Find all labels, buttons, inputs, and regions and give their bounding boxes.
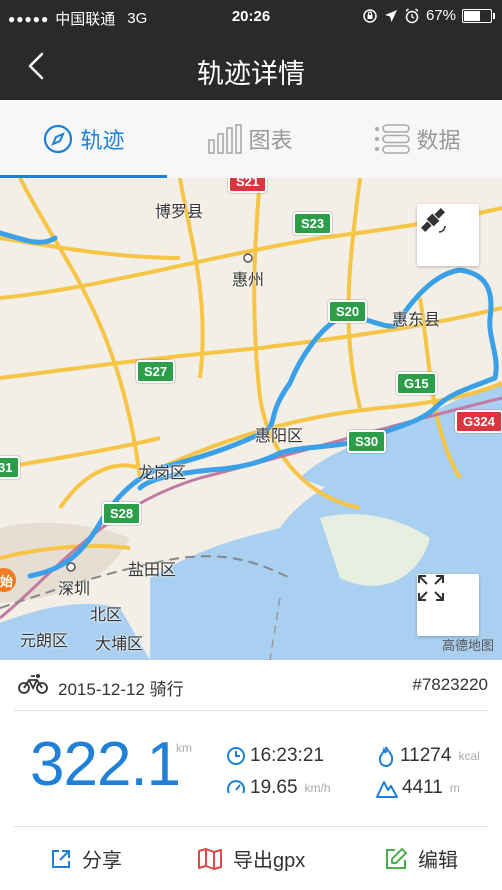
road-shield-s28: S28 xyxy=(102,502,142,525)
ride-date: 2015-12-12 骑行 xyxy=(58,680,184,699)
ride-info-row: 2015-12-12 骑行 #7823220 xyxy=(0,660,502,710)
road-shield-s30: S30 xyxy=(347,430,387,453)
tab-chart[interactable]: 图表 xyxy=(167,100,334,178)
map-label-north-district: 北区 xyxy=(90,607,123,624)
speed-unit: km/h xyxy=(304,781,331,795)
flame-icon xyxy=(378,746,394,767)
edit-icon xyxy=(386,847,407,869)
map-label-taipo: 大埔区 xyxy=(95,636,144,653)
ride-stats: 322.1 km 16:23:21 19.65 km/h 11274 kcal … xyxy=(0,711,502,826)
share-button[interactable]: 分享 xyxy=(50,827,122,890)
share-label: 分享 xyxy=(82,850,122,872)
speed-stat: 19.65 km/h xyxy=(226,777,331,799)
satellite-button[interactable] xyxy=(417,204,479,266)
clock-icon xyxy=(227,747,245,765)
map-label-huizhou: 惠州 xyxy=(232,272,265,289)
fullscreen-button[interactable] xyxy=(417,574,479,636)
map-label-yantian: 盐田区 xyxy=(128,562,177,579)
export-gpx-label: 导出gpx xyxy=(233,850,306,872)
calories-unit: kcal xyxy=(458,749,480,763)
distance-value: 322.1 xyxy=(30,730,181,799)
expand-icon xyxy=(418,575,444,601)
map-label-longgang: 龙岗区 xyxy=(138,465,187,482)
status-bar: ●●●●● 中国联通 3G 20:26 67% xyxy=(0,0,502,34)
distance-unit: km xyxy=(176,741,192,755)
list-icon xyxy=(375,124,411,154)
edit-label: 编辑 xyxy=(418,850,458,872)
elevation-unit: m xyxy=(449,781,460,795)
road-shield-s21: S21 xyxy=(228,178,268,193)
navigation-bar: 轨迹详情 xyxy=(0,34,502,100)
elevation-stat: 4411 m xyxy=(376,777,460,799)
export-gpx-button[interactable]: 导出gpx xyxy=(197,827,305,890)
mountain-icon xyxy=(376,781,398,798)
speedometer-icon xyxy=(227,780,245,794)
ride-id: #7823220 xyxy=(412,675,488,694)
road-shield-s23: S23 xyxy=(293,212,333,235)
map-label-yuenlong: 元朗区 xyxy=(20,633,69,650)
tab-bar: 轨迹 图表 数据 xyxy=(0,100,502,179)
map-label-boluo: 博罗县 xyxy=(155,204,204,221)
map-fold-icon xyxy=(198,847,222,870)
tab-track[interactable]: 轨迹 xyxy=(0,100,167,178)
battery-icon xyxy=(462,8,495,23)
location-icon xyxy=(384,9,397,22)
share-icon xyxy=(52,849,70,868)
speed-value: 19.65 xyxy=(250,777,298,798)
elevation-value: 4411 xyxy=(402,777,443,798)
action-bar: 分享 导出gpx 编辑 xyxy=(0,827,502,890)
road-shield-g324: G324 xyxy=(455,410,502,433)
map-label-shenzhen: 深圳 xyxy=(58,581,91,598)
edit-button[interactable]: 编辑 xyxy=(384,827,458,890)
tab-chart-label: 图表 xyxy=(248,128,293,153)
duration-value: 16:23:21 xyxy=(250,745,324,766)
tab-track-label: 轨迹 xyxy=(80,128,125,153)
alarm-icon xyxy=(405,7,419,23)
map-label-huidong: 惠东县 xyxy=(392,312,441,329)
road-shield-31: 31 xyxy=(0,456,21,479)
tab-data[interactable]: 数据 xyxy=(334,100,501,178)
bar-chart-icon xyxy=(208,124,243,154)
duration-stat: 16:23:21 xyxy=(226,745,324,767)
page-title: 轨迹详情 xyxy=(197,59,305,89)
calories-stat: 11274 kcal xyxy=(376,745,480,767)
compass-icon xyxy=(44,124,73,154)
route-map[interactable]: 博罗县 惠州 惠东县 惠阳区 龙岗区 盐田区 深圳 北区 元朗区 大埔区 S23… xyxy=(0,178,502,660)
satellite-icon xyxy=(420,207,446,233)
map-label-huiyang: 惠阳区 xyxy=(255,428,304,445)
battery-percent: 67% xyxy=(425,7,456,24)
bicycle-icon xyxy=(18,674,48,694)
road-shield-s20: S20 xyxy=(328,300,368,323)
road-shield-s27: S27 xyxy=(136,360,176,383)
map-provider-logo: 高德地图 xyxy=(441,638,494,653)
lock-rotation-icon xyxy=(363,8,377,23)
calories-value: 11274 xyxy=(400,745,452,766)
road-shield-g15: G15 xyxy=(396,372,437,395)
tab-data-label: 数据 xyxy=(416,128,461,153)
